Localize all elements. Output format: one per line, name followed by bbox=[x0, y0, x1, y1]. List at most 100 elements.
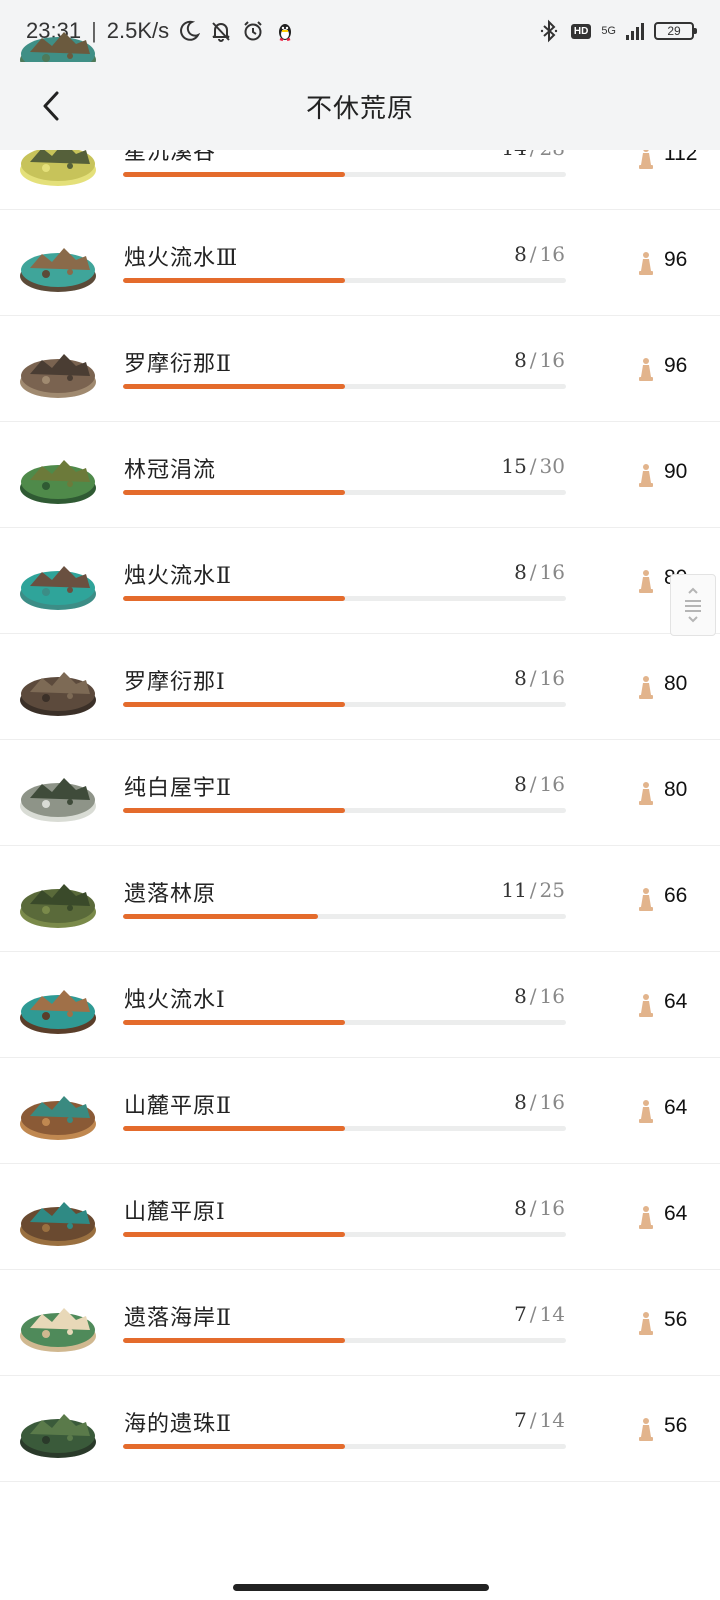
level-row[interactable]: 烛火流水Ⅲ 8/16 96 bbox=[0, 210, 720, 316]
chevron-left-icon bbox=[43, 91, 59, 121]
trophy-icon bbox=[639, 994, 653, 1017]
trophy-icon bbox=[639, 888, 653, 911]
level-row[interactable]: 罗摩衍那Ⅱ 8/16 96 bbox=[0, 316, 720, 422]
progress-track bbox=[123, 1444, 566, 1449]
level-row[interactable]: 林冠涓流 15/30 90 bbox=[0, 422, 720, 528]
qq-penguin-icon bbox=[273, 19, 297, 43]
level-count: 8/16 bbox=[514, 348, 565, 372]
scroll-handle[interactable] bbox=[670, 574, 716, 636]
level-row[interactable]: 遗落林原 11/25 66 bbox=[0, 846, 720, 952]
page-title: 不休荒原 bbox=[305, 93, 414, 124]
progress-track bbox=[123, 172, 566, 177]
level-score: 90 bbox=[664, 460, 688, 483]
count-slash: / bbox=[529, 1302, 537, 1326]
white-rocks-icon bbox=[20, 778, 96, 822]
level-score: 56 bbox=[664, 1308, 688, 1331]
stone-ruins-icon bbox=[20, 672, 96, 716]
progress-fill bbox=[123, 596, 345, 601]
level-count: 7/14 bbox=[514, 1408, 565, 1432]
status-right: HD 5G 29 bbox=[537, 19, 697, 43]
progress-fill bbox=[123, 172, 345, 177]
level-score: 96 bbox=[664, 248, 688, 271]
count-slash: / bbox=[529, 984, 537, 1008]
count-current: 8 bbox=[514, 984, 527, 1008]
level-row[interactable]: 纯白屋宇Ⅱ 8/16 80 bbox=[0, 740, 720, 846]
trophy-icon bbox=[639, 358, 653, 381]
count-total: 16 bbox=[539, 348, 565, 372]
level-score: 96 bbox=[664, 354, 688, 377]
progress-track bbox=[123, 914, 566, 919]
trophy-icon bbox=[639, 1312, 653, 1335]
level-count: 8/16 bbox=[514, 242, 565, 266]
hd-icon: HD bbox=[570, 23, 592, 39]
trophy-icon bbox=[639, 1100, 653, 1123]
count-total: 25 bbox=[539, 878, 565, 902]
count-slash: / bbox=[529, 878, 537, 902]
count-total: 16 bbox=[539, 772, 565, 796]
level-row[interactable]: 海的遗珠Ⅱ 7/14 56 bbox=[0, 1376, 720, 1482]
progress-track bbox=[123, 384, 566, 389]
level-count: 8/16 bbox=[514, 772, 565, 796]
level-row[interactable]: 烛火流水Ⅰ 8/16 64 bbox=[0, 952, 720, 1058]
level-count: 8/16 bbox=[514, 1196, 565, 1220]
count-slash: / bbox=[529, 242, 537, 266]
bell-off-icon bbox=[209, 19, 233, 43]
count-current: 7 bbox=[514, 1408, 527, 1432]
progress-fill bbox=[123, 1020, 345, 1025]
trophy-icon bbox=[639, 782, 653, 805]
level-name: 山麓平原Ⅱ bbox=[124, 1094, 232, 1119]
progress-track bbox=[123, 596, 566, 601]
count-total: 16 bbox=[539, 666, 565, 690]
level-list: 星沉溪谷 14/28 112 烛火流水Ⅲ 8/16 96 罗摩衍那Ⅱ 8/16 … bbox=[0, 32, 720, 1482]
count-current: 8 bbox=[514, 560, 527, 584]
count-total: 16 bbox=[539, 984, 565, 1008]
count-slash: / bbox=[529, 666, 537, 690]
back-button[interactable] bbox=[30, 84, 74, 128]
level-row[interactable]: 遗落海岸Ⅱ 7/14 56 bbox=[0, 1270, 720, 1376]
level-row[interactable]: 烛火流水Ⅱ 8/16 80 bbox=[0, 528, 720, 634]
count-total: 30 bbox=[539, 454, 565, 478]
progress-track bbox=[123, 490, 566, 495]
level-row[interactable]: 罗摩衍那Ⅰ 8/16 80 bbox=[0, 634, 720, 740]
count-current: 8 bbox=[514, 666, 527, 690]
progress-track bbox=[123, 1338, 566, 1343]
home-indicator[interactable] bbox=[233, 1584, 489, 1591]
level-score: 64 bbox=[664, 1202, 688, 1225]
level-name: 海的遗珠Ⅱ bbox=[124, 1412, 232, 1437]
teal-lake-icon bbox=[20, 566, 96, 610]
progress-fill bbox=[123, 808, 345, 813]
trophy-icon bbox=[639, 676, 653, 699]
level-count: 7/14 bbox=[514, 1302, 565, 1326]
river-town-icon bbox=[20, 248, 96, 292]
count-total: 16 bbox=[539, 1196, 565, 1220]
count-current: 15 bbox=[501, 454, 527, 478]
lost-forest-icon bbox=[20, 884, 96, 928]
level-name: 罗摩衍那Ⅱ bbox=[124, 352, 232, 377]
count-slash: / bbox=[529, 1408, 537, 1432]
progress-fill bbox=[123, 1232, 345, 1237]
forest-stream-icon bbox=[20, 460, 96, 504]
progress-track bbox=[123, 278, 566, 283]
level-count: 15/30 bbox=[501, 454, 565, 478]
count-current: 11 bbox=[501, 878, 527, 902]
level-row[interactable]: 山麓平原Ⅰ 8/16 64 bbox=[0, 1164, 720, 1270]
count-current: 8 bbox=[514, 772, 527, 796]
count-slash: / bbox=[529, 1090, 537, 1114]
trophy-icon bbox=[639, 570, 653, 593]
progress-fill bbox=[123, 1444, 345, 1449]
count-total: 16 bbox=[539, 560, 565, 584]
level-name: 烛火流水Ⅱ bbox=[124, 564, 232, 589]
trophy-icon bbox=[639, 1206, 653, 1229]
level-count: 8/16 bbox=[514, 666, 565, 690]
hill-plain-icon bbox=[20, 1096, 96, 1140]
count-total: 16 bbox=[539, 1090, 565, 1114]
level-row[interactable]: 山麓平原Ⅱ 8/16 64 bbox=[0, 1058, 720, 1164]
level-score: 56 bbox=[664, 1414, 688, 1437]
trophy-icon bbox=[639, 1418, 653, 1441]
progress-fill bbox=[123, 914, 318, 919]
title-bar: 不休荒原 bbox=[0, 62, 720, 150]
level-name: 遗落林原 bbox=[124, 882, 217, 907]
level-name: 烛火流水Ⅰ bbox=[124, 988, 226, 1013]
river-village-icon bbox=[20, 990, 96, 1034]
count-total: 14 bbox=[539, 1408, 565, 1432]
